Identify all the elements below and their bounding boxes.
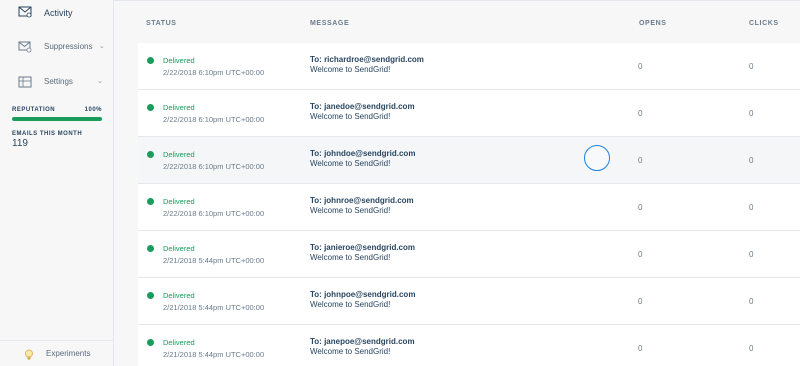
divider — [114, 0, 800, 1]
subject: Welcome to SendGrid! — [310, 253, 391, 262]
opens-count: 0 — [638, 297, 643, 306]
delivery-time: 2/21/2018 5:44pm UTC+00:00 — [163, 350, 265, 359]
status-dot — [147, 104, 154, 111]
opens-count: 0 — [638, 250, 643, 259]
table-row[interactable]: Delivered 2/22/2018 6:10pm UTC+00:00 To: j… — [138, 90, 800, 137]
subject: Welcome to SendGrid! — [310, 300, 391, 309]
status-text: Delivered — [163, 338, 195, 347]
recipient: To: johndoe@sendgrid.com — [310, 149, 416, 158]
nav-item-suppressions[interactable]: Suppressions ⌄ — [0, 35, 114, 59]
delivery-time: 2/22/2018 6:10pm UTC+00:00 — [163, 115, 265, 124]
recipient: To: richardroe@sendgrid.com — [310, 55, 424, 64]
status-dot — [147, 198, 154, 205]
table-row[interactable]: Delivered 2/22/2018 6:10pm UTC+00:00 To: r… — [138, 43, 800, 90]
clicks-count: 0 — [749, 203, 754, 212]
clicks-count: 0 — [749, 297, 754, 306]
delivery-time: 2/21/2018 5:44pm UTC+00:00 — [163, 256, 265, 265]
delivery-time: 2/22/2018 6:10pm UTC+00:00 — [163, 162, 265, 171]
table-row[interactable]: Delivered 2/21/2018 5:44pm UTC+00:00 To: j… — [138, 278, 800, 325]
table-row[interactable]: Delivered 2/21/2018 5:44pm UTC+00:00 To: j… — [138, 231, 800, 278]
header-clicks: CLICKS — [749, 20, 779, 27]
cursor-indicator — [584, 145, 610, 171]
opens-count: 0 — [638, 344, 643, 353]
subject: Welcome to SendGrid! — [310, 65, 391, 74]
clicks-count: 0 — [749, 250, 754, 259]
recipient: To: janieroe@sendgrid.com — [310, 243, 415, 252]
header-status: STATUS — [146, 20, 177, 27]
table-row[interactable]: Delivered 2/21/2018 5:44pm UTC+00:00 To: j… — [138, 325, 800, 366]
subject: Welcome to SendGrid! — [310, 112, 391, 121]
header-opens: OPENS — [639, 20, 667, 27]
chevron-down-icon: ⌄ — [97, 78, 103, 85]
chevron-down-icon: ⌄ — [99, 43, 105, 50]
status-text: Delivered — [163, 291, 195, 300]
envelope-search-icon — [18, 6, 32, 18]
nav-label-settings: Settings — [44, 77, 73, 86]
clicks-count: 0 — [749, 62, 754, 71]
status-dot — [147, 339, 154, 346]
settings-grid-icon — [18, 76, 32, 88]
nav-label-activity: Activity — [44, 8, 73, 18]
opens-count: 0 — [638, 109, 643, 118]
status-dot — [147, 151, 154, 158]
sidebar: Activity Suppressions ⌄ Settings ⌄ REPUT… — [0, 0, 114, 366]
status-text: Delivered — [163, 56, 195, 65]
status-text: Delivered — [163, 197, 195, 206]
header-message: MESSAGE — [310, 20, 350, 27]
status-text: Delivered — [163, 103, 195, 112]
nav-item-activity[interactable]: Activity — [0, 0, 114, 24]
reputation-bar — [12, 117, 102, 121]
recipient: To: janedoe@sendgrid.com — [310, 102, 415, 111]
clicks-count: 0 — [749, 109, 754, 118]
emails-this-month-label: EMAILS THIS MONTH — [12, 131, 83, 137]
opens-count: 0 — [638, 203, 643, 212]
nav-item-settings[interactable]: Settings ⌄ — [0, 70, 114, 94]
recipient: To: johnpoe@sendgrid.com — [310, 290, 416, 299]
reputation-meter: REPUTATION 100% — [12, 107, 102, 121]
status-dot — [147, 292, 154, 299]
reputation-label: REPUTATION — [12, 107, 56, 113]
recipient: To: janepoe@sendgrid.com — [310, 337, 415, 346]
status-dot — [147, 57, 154, 64]
emails-this-month-count: 119 — [12, 138, 28, 149]
subject: Welcome to SendGrid! — [310, 206, 391, 215]
recipient: To: johnroe@sendgrid.com — [310, 196, 414, 205]
nav-label-experiments: Experiments — [46, 349, 91, 358]
status-text: Delivered — [163, 150, 195, 159]
subject: Welcome to SendGrid! — [310, 347, 391, 356]
clicks-count: 0 — [749, 344, 754, 353]
nav-item-experiments[interactable]: Experiments — [0, 340, 114, 366]
status-dot — [147, 245, 154, 252]
table-row[interactable]: Delivered 2/22/2018 6:10pm UTC+00:00 To: j… — [138, 184, 800, 231]
envelope-block-icon — [18, 41, 32, 53]
opens-count: 0 — [638, 156, 643, 165]
activity-feed: STATUS MESSAGE OPENS CLICKS Delivered 2/2… — [114, 0, 800, 366]
status-text: Delivered — [163, 244, 195, 253]
delivery-time: 2/21/2018 5:44pm UTC+00:00 — [163, 303, 265, 312]
delivery-time: 2/22/2018 6:10pm UTC+00:00 — [163, 68, 265, 77]
activity-table: Delivered 2/22/2018 6:10pm UTC+00:00 To: r… — [138, 43, 800, 366]
lightbulb-icon — [24, 349, 34, 361]
delivery-time: 2/22/2018 6:10pm UTC+00:00 — [163, 209, 265, 218]
nav-label-suppressions: Suppressions — [44, 42, 93, 51]
table-row[interactable]: Delivered 2/22/2018 6:10pm UTC+00:00 To: j… — [138, 137, 800, 184]
reputation-value: 100% — [84, 107, 102, 113]
subject: Welcome to SendGrid! — [310, 159, 391, 168]
clicks-count: 0 — [749, 156, 754, 165]
opens-count: 0 — [638, 62, 643, 71]
